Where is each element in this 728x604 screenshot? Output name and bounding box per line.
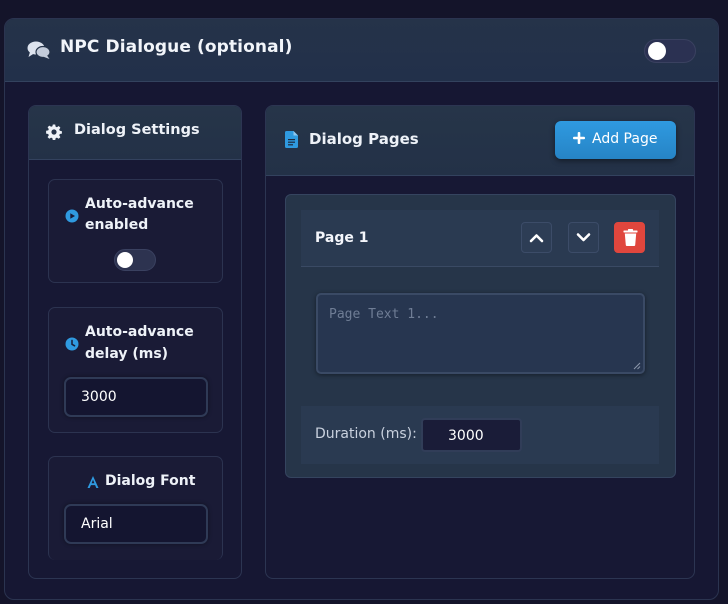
play-circle-icon [65, 209, 79, 223]
duration-label: Duration (ms): [315, 426, 417, 442]
page-card-header: Page 1 [301, 210, 659, 267]
dialog-font-label: Dialog Font [105, 473, 196, 489]
auto-advance-card: Auto-advance enabled [48, 179, 223, 283]
document-icon [285, 131, 298, 148]
dialog-pages-section: Dialog Pages Add Page Page 1 Page Text 1… [265, 105, 695, 579]
settings-header: Dialog Settings [29, 106, 241, 160]
dialog-font-select[interactable]: Arial [64, 504, 208, 544]
settings-title: Dialog Settings [74, 122, 200, 138]
resize-handle-icon[interactable] [633, 362, 641, 370]
panel-header: NPC Dialogue (optional) [5, 19, 718, 82]
delay-label-line1: Auto-advance [85, 324, 194, 340]
plus-icon [573, 132, 585, 144]
toggle-knob [117, 252, 133, 268]
add-page-button[interactable]: Add Page [555, 121, 676, 159]
auto-advance-delay-card: Auto-advance delay (ms) 3000 [48, 307, 223, 433]
chevron-down-icon [576, 233, 591, 242]
auto-advance-delay-input[interactable]: 3000 [64, 377, 208, 417]
delay-label-line2: delay (ms) [85, 346, 169, 362]
chat-bubbles-icon [27, 41, 51, 59]
dialog-settings-section: Dialog Settings Auto-advance enabled Aut… [28, 105, 242, 579]
duration-input[interactable]: 3000 [421, 418, 522, 452]
gear-icon [46, 124, 62, 140]
auto-advance-label-line1: Auto-advance [85, 196, 194, 212]
pages-title: Dialog Pages [309, 130, 419, 148]
page-text-input[interactable]: Page Text 1... [316, 293, 645, 374]
toggle-knob [648, 42, 666, 60]
auto-advance-label-line2: enabled [85, 217, 149, 233]
panel-title: NPC Dialogue (optional) [60, 37, 293, 57]
clock-icon [65, 337, 79, 351]
trash-icon [623, 229, 638, 246]
dialogue-enabled-toggle[interactable] [644, 39, 696, 63]
duration-row: Duration (ms): 3000 [301, 406, 659, 464]
add-page-label: Add Page [592, 131, 658, 147]
page-title: Page 1 [315, 230, 369, 246]
dialog-font-card: Dialog Font Arial [48, 456, 223, 560]
page-text-placeholder: Page Text 1... [329, 307, 439, 322]
dialog-page-card: Page 1 Page Text 1... Duration (ms): 300… [285, 194, 676, 478]
font-icon [87, 476, 99, 488]
pages-header: Dialog Pages Add Page [266, 106, 694, 176]
npc-dialogue-panel: NPC Dialogue (optional) Dialog Settings … [4, 18, 719, 600]
auto-advance-toggle[interactable] [114, 249, 156, 271]
move-up-button[interactable] [521, 222, 552, 253]
delete-page-button[interactable] [614, 222, 645, 253]
chevron-up-icon [529, 234, 544, 243]
move-down-button[interactable] [568, 222, 599, 253]
